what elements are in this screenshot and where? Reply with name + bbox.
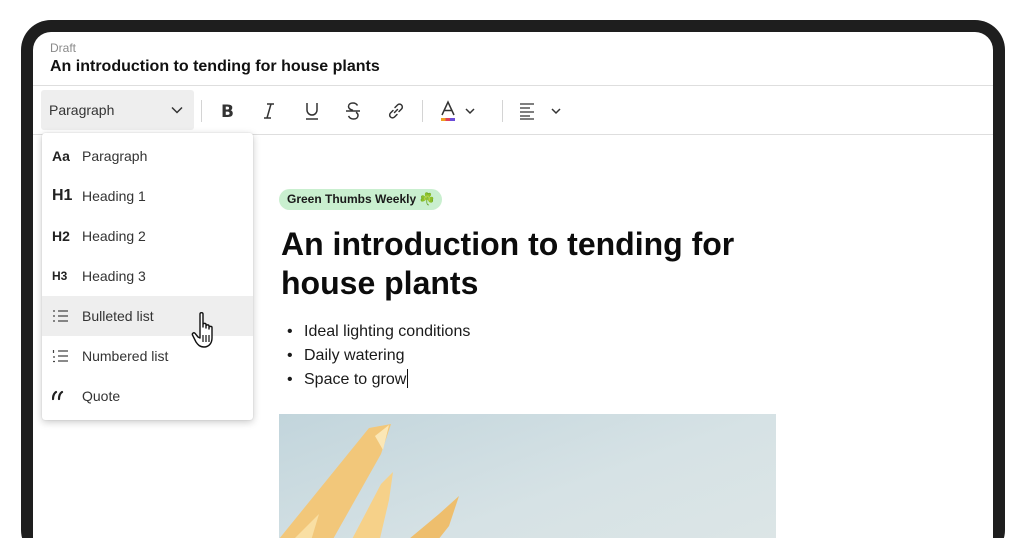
hand-pointer-cursor-icon (191, 312, 213, 348)
list-item-text: Space to grow (304, 371, 407, 388)
paragraph-icon: Aa (52, 148, 70, 164)
document-title[interactable]: An introduction to tending for house pla… (50, 58, 380, 76)
dropdown-item-heading-3[interactable]: H3 Heading 3 (42, 256, 253, 296)
dropdown-item-label: Paragraph (82, 148, 148, 164)
bold-button[interactable]: B (214, 98, 240, 124)
bullet-marker: • (287, 347, 293, 364)
dropdown-item-label: Numbered list (82, 348, 169, 364)
dropdown-item-bulleted-list[interactable]: Bulleted list (42, 296, 253, 336)
editor-screen: Draft An introduction to tending for hou… (33, 32, 993, 538)
chevron-down-icon (551, 108, 561, 115)
numbered-list-icon (52, 336, 68, 376)
dropdown-item-numbered-list[interactable]: Numbered list (42, 336, 253, 376)
document-header: Draft An introduction to tending for hou… (33, 32, 993, 86)
bullet-marker: • (287, 371, 293, 388)
strikethrough-button[interactable] (340, 98, 366, 124)
heading-1-icon: H1 (52, 187, 73, 204)
dropdown-item-label: Bulleted list (82, 308, 154, 324)
dropdown-item-heading-2[interactable]: H2 Heading 2 (42, 216, 253, 256)
block-style-select[interactable]: Paragraph (41, 90, 194, 130)
text-caret (407, 369, 409, 388)
chevron-down-icon (171, 106, 183, 114)
chevron-down-icon (465, 108, 475, 115)
text-color-button[interactable] (438, 98, 476, 124)
bullet-marker: • (287, 323, 293, 340)
document-body[interactable]: Green Thumbs Weekly ☘️ An introduction t… (279, 135, 799, 538)
dropdown-item-quote[interactable]: Quote (42, 376, 253, 416)
bulleted-list-icon (52, 296, 68, 336)
dropdown-item-paragraph[interactable]: Aa Paragraph (42, 136, 253, 176)
toolbar-divider (502, 100, 503, 122)
heading-2-icon: H2 (52, 228, 70, 244)
strikethrough-icon (346, 102, 360, 120)
text-color-icon (441, 100, 455, 121)
link-icon (388, 103, 404, 119)
hero-image[interactable] (279, 414, 776, 538)
article-heading[interactable]: An introduction to tending for house pla… (281, 225, 801, 303)
bulleted-list[interactable]: • Ideal lighting conditions • Daily wateri… (287, 320, 470, 392)
plant-leaves-image (279, 424, 459, 538)
quote-icon (52, 376, 66, 416)
heading-3-icon: H3 (52, 269, 68, 283)
draft-label: Draft (50, 41, 77, 55)
dropdown-item-label: Quote (82, 388, 121, 404)
toolbar-divider (201, 100, 202, 122)
list-item[interactable]: • Ideal lighting conditions (287, 320, 470, 344)
block-style-value: Paragraph (49, 102, 115, 118)
dropdown-item-heading-1[interactable]: H1 Heading 1 (42, 176, 253, 216)
underline-button[interactable] (299, 98, 325, 124)
align-button[interactable] (515, 98, 565, 124)
formatting-toolbar: Paragraph B (33, 86, 993, 135)
italic-icon (264, 103, 274, 119)
list-item[interactable]: • Daily watering (287, 344, 470, 368)
dropdown-item-label: Heading 2 (82, 228, 146, 244)
list-item-text: Ideal lighting conditions (304, 323, 471, 340)
underline-icon (306, 103, 318, 120)
list-item[interactable]: • Space to grow (287, 368, 470, 392)
block-style-dropdown: Aa Paragraph H1 Heading 1 H2 Heading 2 H… (42, 133, 253, 420)
dropdown-item-label: Heading 1 (82, 188, 146, 204)
italic-button[interactable] (256, 98, 282, 124)
publication-badge: Green Thumbs Weekly ☘️ (279, 189, 443, 210)
svg-text:B: B (221, 102, 234, 120)
link-button[interactable] (383, 98, 409, 124)
dropdown-item-label: Heading 3 (82, 268, 146, 284)
align-left-icon (520, 103, 534, 120)
list-item-text: Daily watering (304, 347, 405, 364)
toolbar-divider (422, 100, 423, 122)
bold-icon: B (221, 102, 234, 120)
